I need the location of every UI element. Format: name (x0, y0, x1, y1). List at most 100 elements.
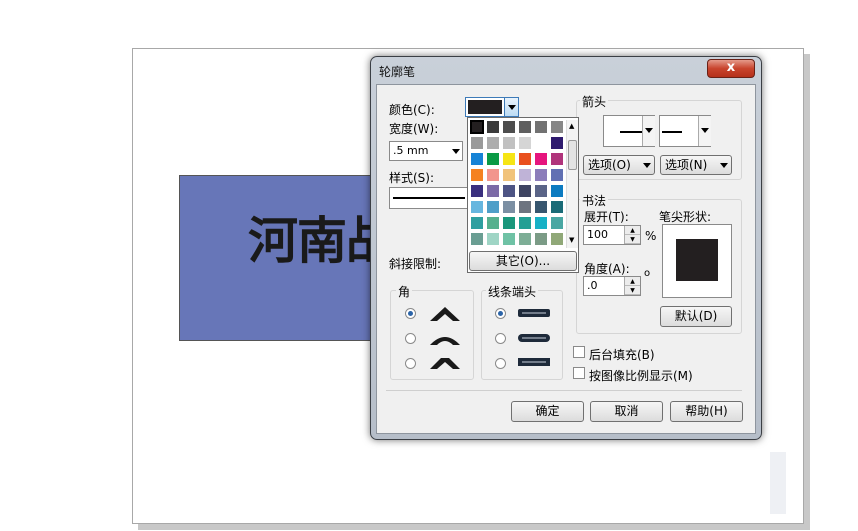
scale-with-image-checkbox[interactable] (573, 367, 585, 379)
palette-swatch[interactable] (518, 152, 532, 166)
palette-swatch[interactable] (518, 168, 532, 182)
stretch-spinner[interactable]: ▲ ▼ (624, 226, 640, 244)
scroll-down-icon[interactable]: ▼ (569, 236, 574, 244)
palette-swatch[interactable] (486, 200, 500, 214)
palette-swatch[interactable] (518, 184, 532, 198)
corner-miter-radio[interactable] (405, 308, 416, 319)
cap-round-radio[interactable] (495, 333, 506, 344)
chevron-down-icon (701, 128, 709, 133)
end-arrow-preview (662, 131, 682, 133)
palette-swatch[interactable] (534, 184, 548, 198)
palette-swatch[interactable] (534, 120, 548, 134)
palette-swatch[interactable] (502, 184, 516, 198)
palette-swatch[interactable] (502, 200, 516, 214)
palette-swatch[interactable] (486, 184, 500, 198)
palette-swatch[interactable] (486, 216, 500, 230)
palette-swatch[interactable] (550, 216, 564, 230)
stretch-input[interactable]: 100 ▲ ▼ (583, 225, 641, 245)
palette-swatch[interactable] (486, 136, 500, 150)
angle-label: 角度(A): (584, 262, 630, 276)
dialog-title: 轮廓笔 (379, 65, 416, 79)
default-button[interactable]: 默认(D) (660, 306, 732, 327)
spin-up-icon[interactable]: ▲ (625, 226, 640, 235)
palette-swatch[interactable] (470, 136, 484, 150)
color-dropdown-arrow[interactable] (504, 98, 518, 116)
spin-down-icon[interactable]: ▼ (625, 286, 640, 295)
bevel-corner-icon (430, 358, 460, 369)
palette-swatch[interactable] (470, 184, 484, 198)
line-style-select[interactable] (389, 187, 469, 209)
palette-swatch[interactable] (502, 136, 516, 150)
palette-swatch[interactable] (469, 119, 485, 135)
close-button[interactable]: x (707, 59, 755, 78)
palette-swatch[interactable] (518, 120, 532, 134)
palette-swatch[interactable] (518, 232, 532, 246)
end-arrow-dropdown[interactable] (698, 116, 711, 146)
palette-swatch[interactable] (486, 232, 500, 246)
cap-square-radio[interactable] (495, 358, 506, 369)
chevron-down-icon (452, 149, 460, 154)
nib-square-shape (676, 239, 718, 281)
corner-round-radio[interactable] (405, 333, 416, 344)
other-colors-button[interactable]: 其它(O)... (469, 251, 577, 271)
palette-swatch[interactable] (502, 232, 516, 246)
nib-shape-label: 笔尖形状: (659, 210, 712, 224)
behind-fill-checkbox[interactable] (573, 346, 585, 358)
palette-swatch[interactable] (550, 184, 564, 198)
palette-swatch[interactable] (502, 216, 516, 230)
palette-swatch[interactable] (470, 200, 484, 214)
corner-bevel-radio[interactable] (405, 358, 416, 369)
palette-swatch[interactable] (502, 168, 516, 182)
palette-swatch[interactable] (534, 200, 548, 214)
help-button[interactable]: 帮助(H) (670, 401, 743, 422)
end-arrow-select[interactable] (659, 115, 711, 147)
start-arrow-preview (620, 131, 642, 133)
palette-swatch[interactable] (486, 120, 500, 134)
palette-swatch[interactable] (550, 200, 564, 214)
chevron-down-icon (720, 163, 728, 168)
ok-button[interactable]: 确定 (511, 401, 584, 422)
palette-swatch[interactable] (502, 120, 516, 134)
arrows-group-title: 箭头 (580, 93, 609, 110)
palette-swatch[interactable] (550, 136, 564, 150)
spin-down-icon[interactable]: ▼ (625, 235, 640, 244)
palette-swatch[interactable] (534, 216, 548, 230)
angle-input[interactable]: .0 ▲ ▼ (583, 276, 641, 296)
palette-swatch[interactable] (486, 152, 500, 166)
palette-scrollbar[interactable]: ▲ ▼ (566, 120, 578, 248)
start-arrow-select[interactable] (603, 115, 655, 147)
palette-swatch[interactable] (550, 152, 564, 166)
spin-up-icon[interactable]: ▲ (625, 277, 640, 286)
palette-swatch[interactable] (502, 152, 516, 166)
palette-swatch[interactable] (470, 152, 484, 166)
palette-swatch[interactable] (470, 232, 484, 246)
color-picker-button[interactable] (465, 97, 519, 117)
nib-shape-preview[interactable] (662, 224, 732, 298)
palette-swatch[interactable] (470, 216, 484, 230)
palette-swatch[interactable] (550, 120, 564, 134)
palette-scroll-thumb[interactable] (568, 140, 577, 170)
palette-swatch[interactable] (550, 168, 564, 182)
cancel-button[interactable]: 取消 (590, 401, 663, 422)
palette-swatch[interactable] (534, 232, 548, 246)
line-style-preview (393, 197, 465, 199)
palette-swatch[interactable] (470, 168, 484, 182)
button-separator (386, 390, 742, 391)
end-arrow-options-button[interactable]: 选项(N) (660, 155, 732, 175)
angle-spinner[interactable]: ▲ ▼ (624, 277, 640, 295)
palette-swatch[interactable] (486, 168, 500, 182)
start-arrow-dropdown[interactable] (642, 116, 655, 146)
palette-swatch[interactable] (534, 152, 548, 166)
palette-swatch[interactable] (534, 168, 548, 182)
cap-butt-radio[interactable] (495, 308, 506, 319)
start-arrow-options-button[interactable]: 选项(O) (583, 155, 655, 175)
scroll-up-icon[interactable]: ▲ (569, 122, 574, 130)
start-arrow-options-label: 选项(O) (588, 158, 631, 172)
width-select[interactable]: .5 mm (389, 141, 463, 161)
palette-swatch[interactable] (518, 200, 532, 214)
palette-swatch[interactable] (550, 232, 564, 246)
palette-swatch[interactable] (534, 136, 548, 150)
palette-swatch[interactable] (518, 216, 532, 230)
calligraphy-group-title: 书法 (580, 192, 609, 209)
palette-swatch[interactable] (518, 136, 532, 150)
